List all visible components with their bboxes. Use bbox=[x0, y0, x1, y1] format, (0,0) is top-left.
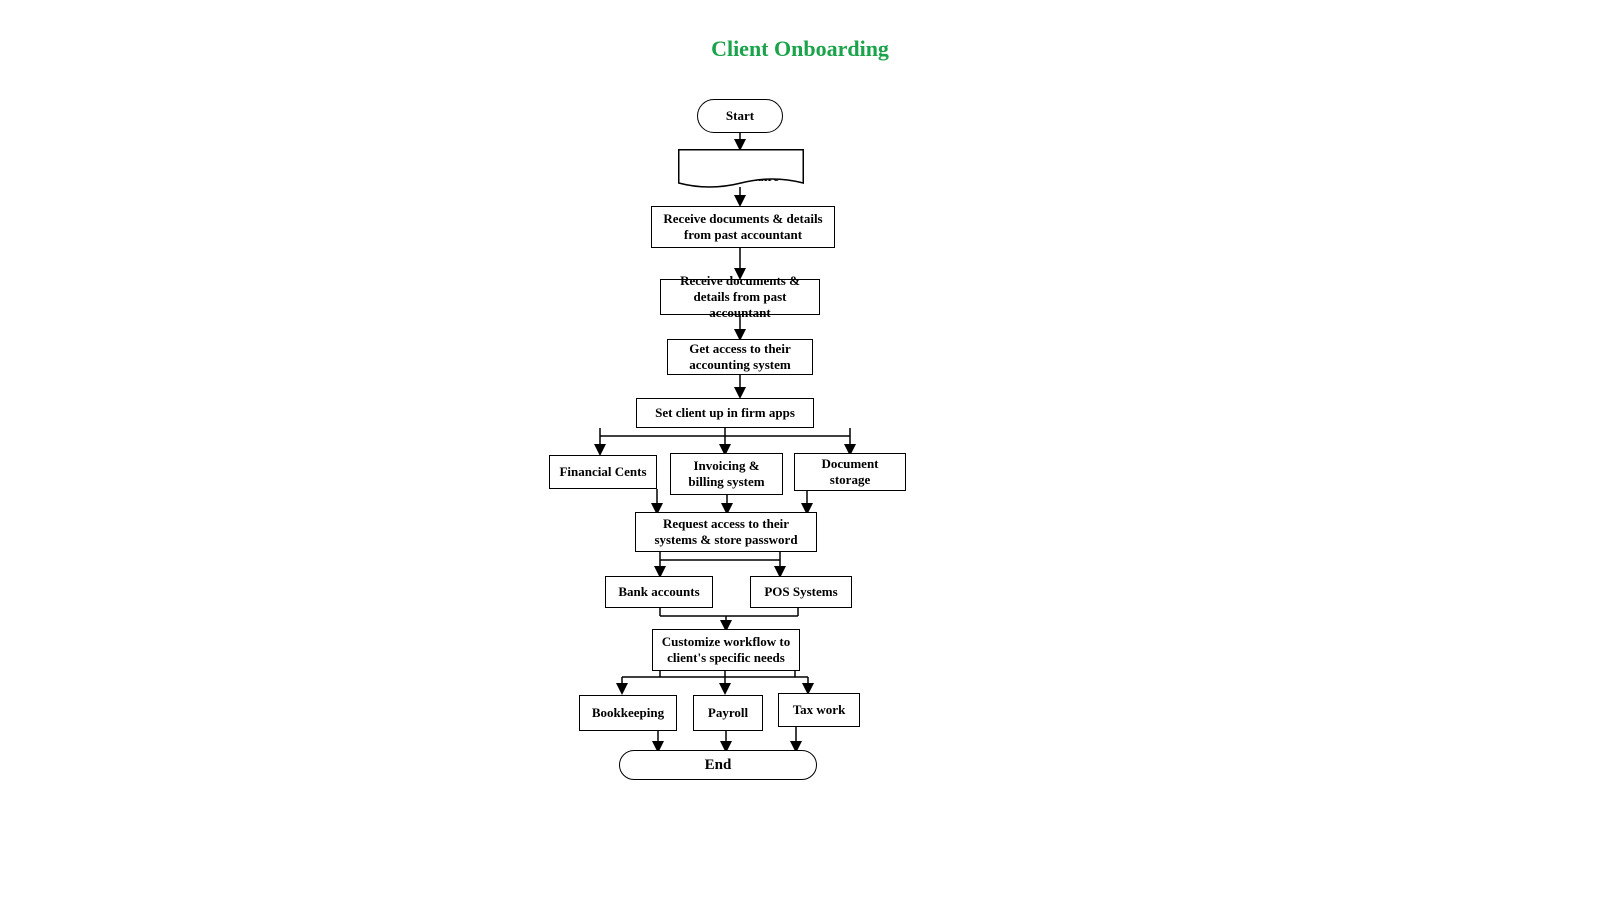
branch-firm-apps bbox=[550, 428, 910, 454]
node-invoicing: Invoicing & billing system bbox=[670, 453, 783, 495]
node-set-firm-apps: Set client up in firm apps bbox=[636, 398, 814, 428]
node-request-access: Request access to their systems & store … bbox=[635, 512, 817, 552]
node-payroll: Payroll bbox=[693, 695, 763, 731]
node-get-access: Get access to their accounting system bbox=[667, 339, 813, 375]
node-bookkeeping: Bookkeeping bbox=[579, 695, 677, 731]
node-end: End bbox=[619, 750, 817, 780]
node-label: Document storage bbox=[803, 456, 897, 489]
node-label: Get access to their accounting system bbox=[676, 341, 804, 374]
node-label: Receive documents & details from past ac… bbox=[669, 273, 811, 322]
node-label: Set client up in firm apps bbox=[655, 405, 795, 421]
node-label: Customize workflow to client's specific … bbox=[661, 634, 791, 667]
node-doc-storage: Document storage bbox=[794, 453, 906, 491]
node-label: Bank accounts bbox=[618, 584, 699, 600]
node-label: End bbox=[705, 756, 732, 775]
node-financial-cents: Financial Cents bbox=[549, 455, 657, 489]
node-pos-systems: POS Systems bbox=[750, 576, 852, 608]
node-label: Invoicing & billing system bbox=[679, 458, 774, 491]
branch-workflow bbox=[590, 671, 870, 693]
node-start: Start bbox=[697, 99, 783, 133]
node-label: POS Systems bbox=[764, 584, 837, 600]
node-label: Payroll bbox=[708, 705, 748, 721]
node-tax-work: Tax work bbox=[778, 693, 860, 727]
node-bank-accounts: Bank accounts bbox=[605, 576, 713, 608]
node-label: Start bbox=[726, 108, 754, 124]
node-customize-workflow: Customize workflow to client's specific … bbox=[652, 629, 800, 671]
arrow bbox=[738, 133, 742, 149]
node-receive-1: Receive documents & details from past ac… bbox=[651, 206, 835, 248]
node-label: Send new client questionnaire bbox=[686, 153, 796, 186]
node-label: Request access to their systems & store … bbox=[644, 516, 808, 549]
node-label: Tax work bbox=[793, 702, 846, 718]
node-label: Financial Cents bbox=[559, 464, 646, 480]
arrow bbox=[738, 187, 742, 205]
branch-systems bbox=[600, 552, 860, 576]
node-label: Receive documents & details from past ac… bbox=[660, 211, 826, 244]
arrow bbox=[738, 375, 742, 397]
join-systems bbox=[600, 608, 860, 630]
node-send-questionnaire: Send new client questionnaire bbox=[678, 149, 804, 189]
page-title: Client Onboarding bbox=[711, 36, 889, 62]
node-receive-2: Receive documents & details from past ac… bbox=[660, 279, 820, 315]
node-label: Bookkeeping bbox=[592, 705, 664, 721]
